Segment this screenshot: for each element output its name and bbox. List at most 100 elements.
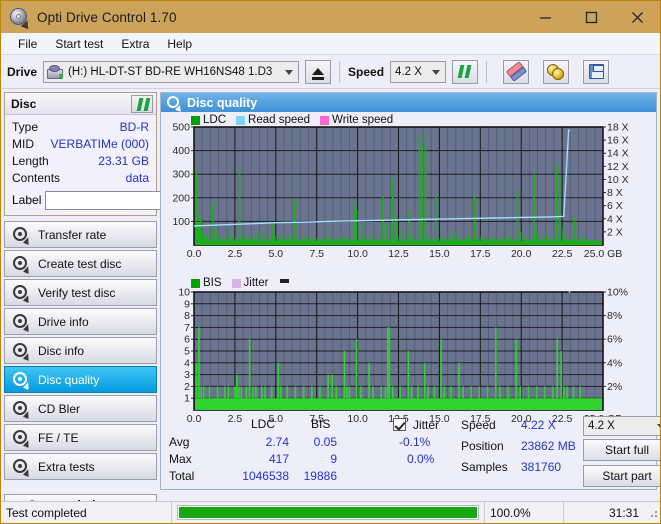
disc-panel-header: Disc — [5, 93, 156, 115]
gold-discs-icon — [547, 63, 565, 80]
position-stat-label: Position — [461, 439, 504, 453]
progress-percent: 100.0% — [490, 505, 531, 520]
drive-label: Drive — [7, 64, 38, 79]
close-icon[interactable] — [614, 1, 660, 33]
disc-properties: Type BD-R MID VERBATIMe (000) Length 23.… — [5, 115, 249, 215]
start-full-button[interactable]: Start full — [583, 439, 660, 461]
svg-text:10 X: 10 X — [607, 174, 629, 186]
disc-quality-icon — [167, 95, 183, 112]
svg-text:1: 1 — [184, 393, 190, 405]
sidebar-item-label: Drive info — [38, 314, 89, 329]
svg-text:14 X: 14 X — [607, 148, 629, 160]
main-panel: Disc quality LDC Read speed Write speed … — [160, 89, 660, 493]
eject-icon — [312, 68, 325, 80]
eraser-icon — [505, 61, 527, 82]
svg-text:2 X: 2 X — [607, 226, 623, 238]
save-button[interactable] — [583, 59, 610, 84]
disc-test-icon — [13, 313, 32, 332]
title-bar: Opti Drive Control 1.70 — [1, 1, 660, 33]
svg-text:25.0 GB: 25.0 GB — [584, 248, 623, 260]
elapsed-time: 31:31 — [608, 505, 639, 520]
minimize-icon[interactable] — [522, 1, 568, 33]
svg-text:18 X: 18 X — [607, 122, 629, 134]
svg-text:300: 300 — [172, 169, 190, 181]
chevron-down-icon — [285, 69, 294, 75]
svg-text:10.0: 10.0 — [347, 248, 368, 260]
disc-row-mid: MID VERBATIMe (000) — [12, 136, 149, 153]
sidebar-item-fe-te[interactable]: FE / TE — [4, 424, 157, 451]
main-header: Disc quality — [161, 93, 656, 112]
test-speed-select[interactable]: 4.2 X — [583, 416, 660, 436]
sidebar-nav: Transfer rate Create test disc Verify te… — [4, 221, 157, 480]
disc-test-icon — [13, 284, 32, 303]
svg-text:400: 400 — [172, 145, 190, 157]
sidebar-item-transfer-rate[interactable]: Transfer rate — [4, 221, 157, 248]
save-floppy-icon — [588, 64, 604, 79]
disc-row-length: Length 23.31 GB — [12, 153, 149, 170]
resize-grip[interactable] — [646, 506, 660, 520]
sidebar-item-drive-info[interactable]: Drive info — [4, 308, 157, 335]
disc-refresh-button[interactable] — [131, 94, 153, 113]
menu-extra[interactable]: Extra — [112, 35, 158, 53]
disc-tools-button[interactable] — [543, 59, 570, 84]
speed-select[interactable]: 4.2 X — [390, 60, 447, 83]
speed-select-value: 4.2 X — [395, 65, 422, 78]
jitter-checkbox[interactable] — [393, 417, 406, 432]
svg-text:17.5: 17.5 — [470, 248, 491, 260]
drive-select-value: (H:) HL-DT-ST BD-RE WH16NS48 1.D3 — [68, 65, 273, 78]
progress-bar — [177, 505, 479, 520]
sidebar-item-create-test-disc[interactable]: Create test disc — [4, 250, 157, 277]
disc-test-icon — [13, 429, 32, 448]
sidebar-item-cd-bler[interactable]: CD Bler — [4, 395, 157, 422]
toolbar-divider-2 — [486, 60, 488, 83]
svg-text:10%: 10% — [607, 287, 628, 299]
refresh-button[interactable] — [452, 59, 479, 84]
menu-start-test[interactable]: Start test — [46, 35, 112, 53]
sidebar-item-label: Disc quality — [38, 372, 100, 387]
svg-text:22.5: 22.5 — [552, 248, 573, 260]
svg-text:20.0: 20.0 — [511, 248, 532, 260]
charts-area: LDC Read speed Write speed BIS Jitter 10… — [161, 112, 656, 425]
speed-stat-value: 4.22 X — [521, 418, 556, 432]
svg-text:4%: 4% — [607, 357, 622, 369]
disc-test-icon — [13, 400, 32, 419]
sidebar-item-label: Transfer rate — [38, 227, 107, 242]
sidebar-item-extra-tests[interactable]: Extra tests — [4, 453, 157, 480]
position-stat-value: 23862 MB — [521, 439, 576, 453]
disc-length-label: Length — [12, 154, 49, 168]
menu-help[interactable]: Help — [158, 35, 201, 53]
svg-text:7.5: 7.5 — [309, 248, 324, 260]
svg-text:12 X: 12 X — [607, 161, 629, 173]
status-bar: Test completed 100.0% 31:31 — [1, 501, 660, 523]
sidebar-item-disc-quality[interactable]: Disc quality — [4, 366, 157, 393]
disc-panel-title: Disc — [11, 96, 37, 111]
disc-test-icon — [13, 342, 32, 361]
svg-text:6 X: 6 X — [607, 200, 623, 212]
speed-label: Speed — [348, 64, 385, 79]
sidebar-item-verify-test-disc[interactable]: Verify test disc — [4, 279, 157, 306]
sidebar: Disc Type BD-R MID VERBATIMe (000) Lengt… — [1, 89, 249, 516]
body: Disc Type BD-R MID VERBATIMe (000) Lengt… — [1, 89, 660, 516]
app-window: Opti Drive Control 1.70 File Start test … — [0, 0, 661, 524]
start-part-button[interactable]: Start part — [583, 465, 660, 487]
svg-text:3: 3 — [184, 369, 190, 381]
disc-row-type: Type BD-R — [12, 119, 149, 136]
svg-text:16 X: 16 X — [607, 135, 629, 147]
drive-select[interactable]: (H:) HL-DT-ST BD-RE WH16NS48 1.D3 — [43, 60, 300, 83]
svg-text:15.0: 15.0 — [429, 248, 450, 260]
stats-total-bis: 19886 — [303, 469, 337, 483]
disc-test-icon — [13, 458, 32, 477]
eject-button[interactable] — [305, 59, 332, 84]
sidebar-item-disc-info[interactable]: Disc info — [4, 337, 157, 364]
sidebar-item-label: Create test disc — [38, 256, 122, 271]
disc-contents-value: data — [125, 171, 149, 185]
disc-mid-label: MID — [12, 137, 34, 151]
erase-button[interactable] — [503, 59, 530, 84]
test-speed-value: 4.2 X — [588, 420, 615, 432]
stats-max-bis: 9 — [330, 452, 337, 466]
jitter-max-value: 0.0% — [407, 452, 435, 466]
stats-max-ldc: 417 — [268, 452, 289, 466]
jitter-label: Jitter — [413, 418, 440, 432]
maximize-icon[interactable] — [568, 1, 614, 33]
menu-file[interactable]: File — [9, 35, 46, 53]
